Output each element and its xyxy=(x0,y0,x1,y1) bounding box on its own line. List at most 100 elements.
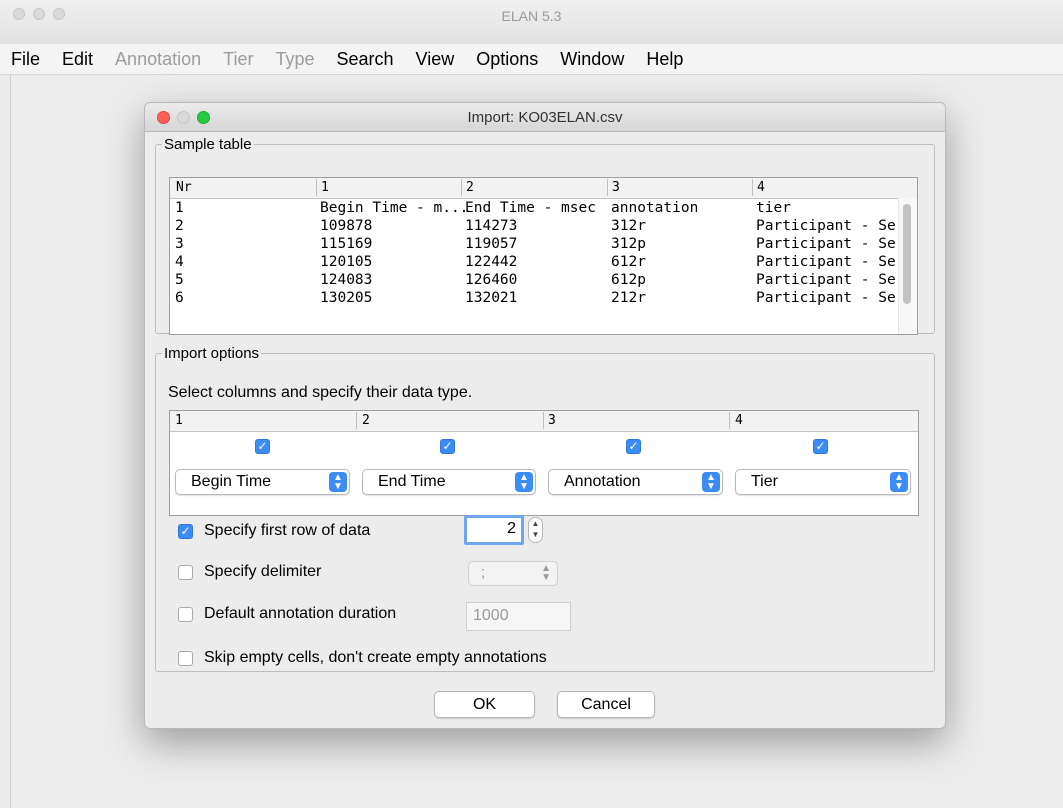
column-config-header: 1 2 3 4 xyxy=(170,411,918,432)
column-4-type-value: Tier xyxy=(751,473,778,490)
column-config-table: 1 2 3 4 ✓ ✓ ✓ ✓ Begin Time ▲ ▼ End Time ▲… xyxy=(169,410,919,516)
first-row-label: Specify first row of data xyxy=(204,522,371,539)
column-2-type-value: End Time xyxy=(378,473,446,490)
skip-empty-label: Skip empty cells, don't create empty ann… xyxy=(204,649,547,666)
delimiter-option[interactable]: Specify delimiter xyxy=(178,563,438,585)
table-cell: Participant - Se... xyxy=(756,254,918,270)
column-header-4[interactable]: 4 xyxy=(757,180,765,195)
table-cell: 119057 xyxy=(465,236,518,252)
column-header-2[interactable]: 2 xyxy=(466,180,474,195)
table-cell: tier xyxy=(756,200,791,216)
table-cell: 120105 xyxy=(320,254,373,270)
menu-options[interactable]: Options xyxy=(465,49,549,70)
table-cell: 612r xyxy=(611,254,646,270)
ok-button[interactable]: OK xyxy=(434,691,535,718)
menu-edit[interactable]: Edit xyxy=(51,49,104,70)
table-cell: annotation xyxy=(611,200,699,216)
table-cell: 124083 xyxy=(320,272,373,288)
table-cell: Participant - Se... xyxy=(756,236,918,252)
table-cell: 612p xyxy=(611,272,646,288)
table-row[interactable]: 6 130205 132021 212r Participant - Se... xyxy=(170,290,917,308)
first-row-checkbox[interactable]: ✓ xyxy=(178,524,193,539)
menu-view[interactable]: View xyxy=(405,49,466,70)
import-dialog: Import: KO03ELAN.csv Sample table Nr 1 2… xyxy=(144,102,946,729)
table-cell: 212r xyxy=(611,290,646,306)
updown-chevron-icon: ▲ ▼ xyxy=(515,472,533,492)
column-2-type-select[interactable]: End Time ▲ ▼ xyxy=(362,469,536,495)
cancel-button[interactable]: Cancel xyxy=(557,691,655,718)
table-cell: 114273 xyxy=(465,218,518,234)
menu-tier[interactable]: Tier xyxy=(212,49,264,70)
column-4-type-select[interactable]: Tier ▲ ▼ xyxy=(735,469,911,495)
menu-window[interactable]: Window xyxy=(549,49,635,70)
menu-file[interactable]: File xyxy=(0,49,51,70)
table-cell: 1 xyxy=(175,200,184,216)
table-cell: 312r xyxy=(611,218,646,234)
updown-chevron-icon: ▲ ▼ xyxy=(702,472,720,492)
column-1-type-value: Begin Time xyxy=(191,473,272,490)
column-3-checkbox[interactable]: ✓ xyxy=(626,439,641,454)
menu-search[interactable]: Search xyxy=(326,49,405,70)
sample-table[interactable]: Nr 1 2 3 4 1 Begin Time - m... End Time … xyxy=(169,177,918,335)
table-row[interactable]: 4 120105 122442 612r Participant - Se... xyxy=(170,254,917,272)
sample-table-header: Nr 1 2 3 4 xyxy=(170,178,917,199)
table-row[interactable]: 1 Begin Time - m... End Time - msec anno… xyxy=(170,200,917,218)
column-config-header-4: 4 xyxy=(735,413,743,428)
table-scrollbar-thumb[interactable] xyxy=(903,204,911,304)
duration-option[interactable]: Default annotation duration xyxy=(178,605,458,627)
table-cell: End Time - msec xyxy=(465,200,596,216)
duration-value: 1000 xyxy=(473,607,509,624)
table-row[interactable]: 2 109878 114273 312r Participant - Se... xyxy=(170,218,917,236)
delimiter-checkbox[interactable] xyxy=(178,565,193,580)
delimiter-value: ; xyxy=(481,564,486,581)
import-instruction: Select columns and specify their data ty… xyxy=(168,384,473,401)
menu-bar: File Edit Annotation Tier Type Search Vi… xyxy=(0,44,1063,75)
table-cell: 109878 xyxy=(320,218,373,234)
table-cell: 132021 xyxy=(465,290,518,306)
dialog-title: Import: KO03ELAN.csv xyxy=(467,109,623,126)
table-cell: 122442 xyxy=(465,254,518,270)
first-row-option[interactable]: ✓ Specify first row of data xyxy=(178,522,438,544)
duration-label: Default annotation duration xyxy=(204,605,397,622)
table-cell: 6 xyxy=(175,290,184,306)
column-config-header-2: 2 xyxy=(362,413,370,428)
column-1-checkbox[interactable]: ✓ xyxy=(255,439,270,454)
duration-input[interactable]: 1000 xyxy=(466,602,571,631)
first-row-input[interactable]: 2 xyxy=(464,515,524,545)
skip-empty-checkbox[interactable] xyxy=(178,651,193,666)
column-header-3[interactable]: 3 xyxy=(612,180,620,195)
sample-table-group: Sample table Nr 1 2 3 4 1 Begin Time - m… xyxy=(155,136,935,335)
dialog-titlebar: Import: KO03ELAN.csv xyxy=(145,103,945,132)
menu-annotation[interactable]: Annotation xyxy=(104,49,212,70)
table-row[interactable]: 5 124083 126460 612p Participant - Se... xyxy=(170,272,917,290)
column-4-checkbox[interactable]: ✓ xyxy=(813,439,828,454)
column-header-nr[interactable]: Nr xyxy=(176,180,192,195)
table-cell: 2 xyxy=(175,218,184,234)
column-3-type-select[interactable]: Annotation ▲ ▼ xyxy=(548,469,723,495)
updown-chevron-icon: ▲ ▼ xyxy=(541,563,551,583)
updown-chevron-icon: ▲ ▼ xyxy=(329,472,347,492)
menu-help[interactable]: Help xyxy=(635,49,694,70)
skip-empty-option[interactable]: Skip empty cells, don't create empty ann… xyxy=(178,649,618,671)
column-3-type-value: Annotation xyxy=(564,473,641,490)
table-row[interactable]: 3 115169 119057 312p Participant - Se... xyxy=(170,236,917,254)
updown-chevron-icon: ▲ ▼ xyxy=(890,472,908,492)
table-cell: 4 xyxy=(175,254,184,270)
table-cell: 126460 xyxy=(465,272,518,288)
table-cell: 312p xyxy=(611,236,646,252)
table-cell: 3 xyxy=(175,236,184,252)
column-1-type-select[interactable]: Begin Time ▲ ▼ xyxy=(175,469,350,495)
delimiter-label: Specify delimiter xyxy=(204,563,322,580)
column-2-checkbox[interactable]: ✓ xyxy=(440,439,455,454)
table-cell: 115169 xyxy=(320,236,373,252)
column-header-1[interactable]: 1 xyxy=(321,180,329,195)
sample-table-legend: Sample table xyxy=(164,136,252,153)
delimiter-select[interactable]: ; ▲ ▼ xyxy=(468,561,558,586)
main-titlebar: ELAN 5.3 xyxy=(0,0,1063,45)
menu-type[interactable]: Type xyxy=(264,49,325,70)
first-row-stepper[interactable]: ▲ ▼ xyxy=(528,517,543,543)
table-cell: 5 xyxy=(175,272,184,288)
column-config-header-3: 3 xyxy=(548,413,556,428)
table-cell: Participant - Se... xyxy=(756,272,918,288)
duration-checkbox[interactable] xyxy=(178,607,193,622)
